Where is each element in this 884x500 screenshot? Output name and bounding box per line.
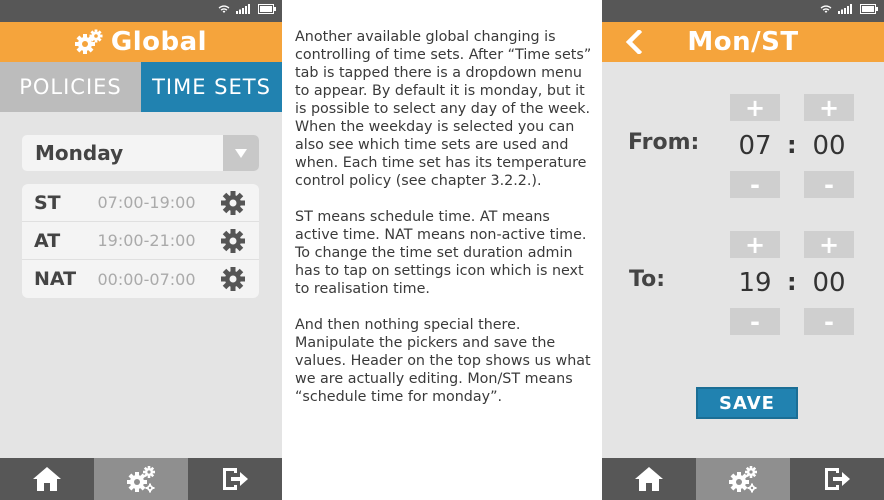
time-set-code: NAT (34, 268, 77, 290)
logout-icon (223, 468, 248, 490)
gear-icon[interactable] (219, 265, 247, 293)
header: Global (0, 22, 282, 62)
logout-icon (825, 468, 850, 490)
signal-icon (838, 4, 852, 14)
bottom-nav (0, 458, 282, 500)
page-title: Mon/ST (687, 27, 799, 57)
wifi-icon (820, 5, 832, 13)
tab-time-sets[interactable]: TIME SETS (141, 62, 282, 112)
status-bar (0, 0, 282, 22)
gear-cluster-icon (127, 466, 155, 493)
gear-icon[interactable] (219, 189, 247, 217)
wifi-icon (218, 5, 230, 13)
chevron-down-icon[interactable] (223, 135, 259, 171)
to-hours-plus-button[interactable]: + (730, 231, 780, 258)
to-minutes-plus-button[interactable]: + (804, 231, 854, 258)
description-paragraph: ST means schedule time. AT means active … (295, 209, 587, 297)
time-set-range: 00:00-07:00 (97, 269, 196, 289)
from-minutes-plus-button[interactable]: + (804, 94, 854, 121)
nav-logout-button[interactable] (790, 458, 884, 500)
time-set-range: 07:00-19:00 (97, 193, 196, 212)
nav-home-button[interactable] (602, 458, 696, 500)
nav-settings-button[interactable] (94, 458, 188, 500)
tab-bar: POLICIES TIME SETS (0, 62, 282, 112)
nav-home-button[interactable] (0, 458, 94, 500)
time-separator: : (787, 131, 797, 159)
to-minutes-minus-button[interactable]: - (804, 308, 854, 335)
gear-cluster-icon (74, 29, 103, 55)
to-minutes-value[interactable]: 00 (804, 268, 854, 298)
global-time-sets-screen: Global POLICIES TIME SETS Monday ST 07:0… (0, 0, 282, 500)
bottom-nav (602, 458, 884, 500)
description-text: Another available global changing is con… (295, 28, 595, 424)
time-set-range: 19:00-21:00 (97, 231, 196, 250)
from-hours-minus-button[interactable]: - (730, 171, 780, 198)
chevron-left-icon[interactable] (618, 27, 648, 57)
gear-icon[interactable] (219, 227, 247, 255)
time-set-edit-screen: Mon/ST From: + + 07 : 00 - - To: + + 19 … (602, 0, 884, 500)
weekday-dropdown[interactable]: Monday (22, 135, 259, 171)
description-paragraph: And then nothing special there. Manipula… (295, 317, 591, 405)
gear-cluster-icon (729, 466, 757, 493)
to-hours-value[interactable]: 19 (730, 268, 780, 298)
time-set-list: ST 07:00-19:00 AT 19:00-21:00 NAT 00:00-… (22, 184, 259, 298)
description-paragraph: Another available global changing is con… (295, 29, 592, 189)
weekday-dropdown-value: Monday (35, 141, 124, 165)
time-separator: : (787, 268, 797, 296)
from-hours-plus-button[interactable]: + (730, 94, 780, 121)
from-minutes-value[interactable]: 00 (804, 131, 854, 161)
battery-icon (860, 4, 878, 14)
save-button[interactable]: SAVE (696, 387, 798, 419)
status-bar (602, 0, 884, 22)
home-icon (635, 467, 663, 491)
nav-logout-button[interactable] (188, 458, 282, 500)
page-title: Global (110, 27, 208, 57)
from-label: From: (628, 130, 700, 155)
time-set-code: ST (34, 191, 61, 214)
from-minutes-minus-button[interactable]: - (804, 171, 854, 198)
time-set-code: AT (34, 229, 61, 252)
time-set-row-nat: NAT 00:00-07:00 (22, 260, 259, 298)
tab-policies[interactable]: POLICIES (0, 62, 141, 112)
nav-settings-button[interactable] (696, 458, 790, 500)
battery-icon (258, 4, 276, 14)
time-set-row-st: ST 07:00-19:00 (22, 184, 259, 222)
from-hours-value[interactable]: 07 (730, 131, 780, 161)
to-hours-minus-button[interactable]: - (730, 308, 780, 335)
header: Mon/ST (602, 22, 884, 62)
time-set-row-at: AT 19:00-21:00 (22, 222, 259, 260)
home-icon (33, 467, 61, 491)
signal-icon (236, 4, 250, 14)
to-label: To: (629, 267, 665, 292)
